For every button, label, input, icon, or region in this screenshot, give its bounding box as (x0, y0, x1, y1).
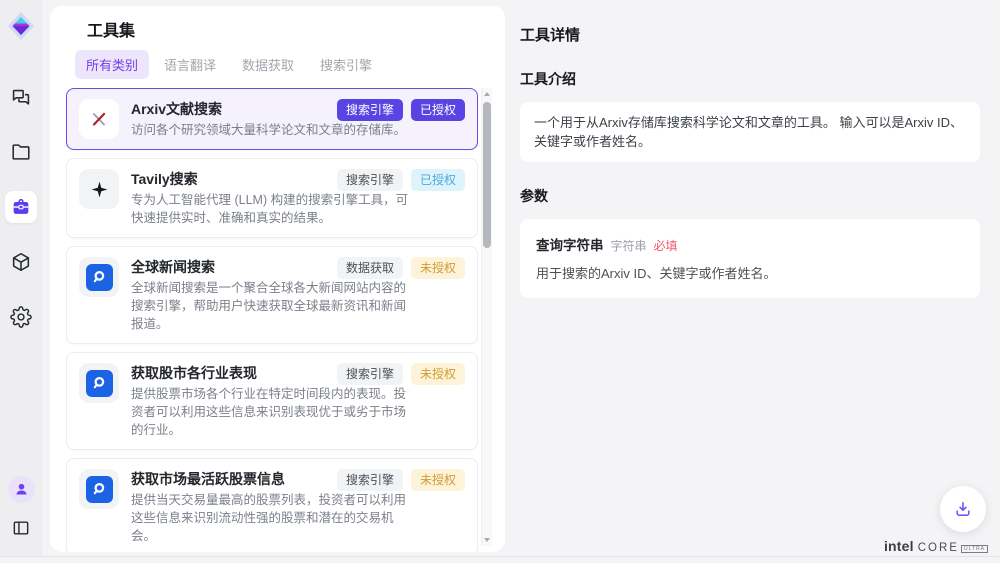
category-tab[interactable]: 数据获取 (231, 50, 305, 79)
chat-icon (10, 86, 32, 108)
category-badge: 搜索引擎 (337, 99, 403, 121)
tool-card[interactable]: 获取股市各行业表现 提供股票市场各个行业在特定时间段内的表现。投资者可以利用这些… (66, 352, 478, 450)
auth-status-badge: 未授权 (411, 363, 465, 385)
sidebar-bottom (5, 476, 37, 544)
download-button[interactable] (940, 486, 986, 532)
gear-icon (10, 306, 32, 328)
brand-intel-text: intel (884, 538, 914, 554)
folder-icon (10, 141, 32, 163)
auth-status-badge: 未授权 (411, 257, 465, 279)
tool-list-panel: 工具集 所有类别语言翻译数据获取搜索引擎 Arxiv文献搜索 访问各个研究领域大… (50, 6, 505, 552)
search-blue-icon (79, 257, 119, 297)
search-blue-icon (79, 363, 119, 403)
scrollbar-thumb[interactable] (483, 102, 491, 248)
tool-card[interactable]: Tavily搜索 专为人工智能代理 (LLM) 构建的搜索引擎工具，可快速提供实… (66, 158, 478, 238)
auth-status-badge: 已授权 (411, 169, 465, 191)
auth-status-badge: 未授权 (411, 469, 465, 491)
tool-card[interactable]: 获取市场最活跃股票信息 提供当天交易量最高的股票列表，投资者可以利用这些信息来识… (66, 458, 478, 552)
user-avatar[interactable] (8, 476, 35, 503)
param-required-badge: 必填 (654, 237, 678, 254)
tool-description: 提供股票市场各个行业在特定时间段内的表现。投资者可以利用这些信息来识别表现优于或… (131, 385, 409, 439)
sidebar-item-gear[interactable] (5, 301, 37, 333)
params-heading: 参数 (520, 186, 980, 206)
tool-description: 全球新闻搜索是一个聚合全球各大新闻网站内容的搜索引擎，帮助用户快速获取全球最新资… (131, 279, 409, 333)
cube-icon (10, 251, 32, 273)
app-logo-icon (6, 10, 36, 47)
sidebar-item-chat[interactable] (5, 81, 37, 113)
sidebar-item-cube[interactable] (5, 246, 37, 278)
download-icon (953, 499, 973, 519)
category-tabs: 所有类别语言翻译数据获取搜索引擎 (75, 52, 505, 76)
intel-core-logo: intel core ultra (884, 538, 988, 554)
tool-cards-list: Arxiv文献搜索 访问各个研究领域大量科学论文和文章的存储库。 搜索引擎 已授… (66, 88, 478, 552)
search-blue-icon (79, 469, 119, 509)
sidebar (0, 0, 42, 556)
sparkle-icon (79, 169, 119, 209)
arxiv-icon (79, 99, 119, 139)
page-title: 工具集 (50, 6, 505, 42)
category-badge: 搜索引擎 (337, 469, 403, 491)
tool-card[interactable]: Arxiv文献搜索 访问各个研究领域大量科学论文和文章的存储库。 搜索引擎 已授… (66, 88, 478, 150)
param-type: 字符串 (611, 237, 647, 254)
category-badge: 搜索引擎 (337, 363, 403, 385)
sidebar-nav (5, 81, 37, 333)
category-tab[interactable]: 所有类别 (75, 50, 149, 79)
param-description: 用于搜索的Arxiv ID、关键字或作者姓名。 (536, 263, 964, 282)
category-badge: 搜索引擎 (337, 169, 403, 191)
toolbox-icon (10, 196, 32, 218)
scrollbar[interactable] (481, 88, 492, 546)
intro-card: 一个用于从Arxiv存储库搜索科学论文和文章的工具。 输入可以是Arxiv ID… (520, 102, 980, 162)
scroll-down-arrow-icon[interactable] (482, 534, 492, 546)
param-card: 查询字符串 字符串 必填 用于搜索的Arxiv ID、关键字或作者姓名。 (520, 219, 980, 298)
brand-core-text: core (918, 542, 959, 554)
tool-description: 提供当天交易量最高的股票列表，投资者可以利用这些信息来识别流动性强的股票和潜在的… (131, 491, 409, 545)
brand-ultra-badge: ultra (961, 545, 988, 553)
detail-title: 工具详情 (520, 24, 980, 45)
user-icon (14, 482, 29, 497)
category-tab[interactable]: 语言翻译 (153, 50, 227, 79)
sidebar-item-folder[interactable] (5, 136, 37, 168)
category-tab[interactable]: 搜索引擎 (309, 50, 383, 79)
tool-card[interactable]: 全球新闻搜索 全球新闻搜索是一个聚合全球各大新闻网站内容的搜索引擎，帮助用户快速… (66, 246, 478, 344)
intro-text: 一个用于从Arxiv存储库搜索科学论文和文章的工具。 输入可以是Arxiv ID… (534, 115, 963, 149)
tool-description: 专为人工智能代理 (LLM) 构建的搜索引擎工具，可快速提供实时、准确和真实的结… (131, 191, 409, 227)
intro-heading: 工具介绍 (520, 69, 980, 89)
collapse-sidebar-icon[interactable] (5, 512, 37, 544)
param-name: 查询字符串 (536, 234, 604, 254)
auth-status-badge: 已授权 (411, 99, 465, 121)
category-badge: 数据获取 (337, 257, 403, 279)
tool-detail-panel: 工具详情 工具介绍 一个用于从Arxiv存储库搜索科学论文和文章的工具。 输入可… (520, 0, 980, 298)
tool-description: 访问各个研究领域大量科学论文和文章的存储库。 (131, 121, 409, 139)
sidebar-item-toolbox[interactable] (5, 191, 37, 223)
scroll-up-arrow-icon[interactable] (482, 88, 492, 100)
bottom-divider (0, 556, 1000, 557)
